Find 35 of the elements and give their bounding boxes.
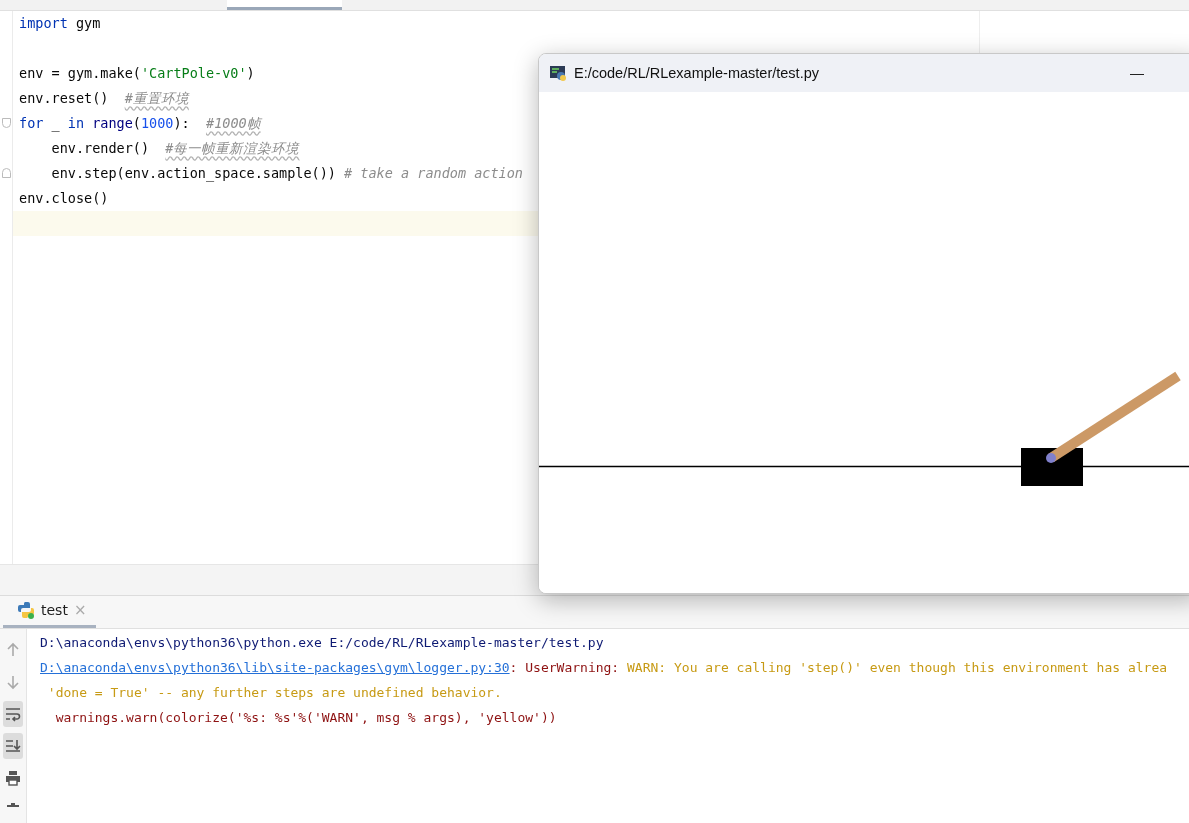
code-comment: #每一帧重新渲染环境 [165,139,300,156]
code-text: env.reset() [19,89,110,106]
minimize-button[interactable]: — [1122,61,1152,85]
code-text: range [91,114,133,131]
window-title: E:/code/RL/RLexample-master/test.py [574,65,819,81]
run-tab[interactable]: test × [3,595,97,628]
code-comment: # take a random action [343,164,523,181]
code-text: env.render() [50,139,151,156]
console-text: warnings.warn(colorize('%s: %s'%('WARN', msg % args), 'yellow')) [54,710,557,725]
console-text: D:\anaconda\envs\python36\python.exe E:/code/RL/RLexample-master/test.py [40,635,604,650]
code-text: env.step(env.action_space.sample()) [50,164,336,181]
code-text: gym [74,14,101,31]
scroll-to-end-icon[interactable] [3,733,23,759]
python-icon [17,601,35,620]
code-text: _ [50,114,61,131]
fold-marker-icon[interactable] [2,117,11,128]
app-icon [550,65,566,81]
code-text: in [67,114,85,131]
code-text: env.close() [19,189,109,206]
code-comment: #重置环境 [124,89,189,106]
code-comment: #1000帧 [206,114,261,131]
code-text: ) [246,64,255,81]
code-text: ): [173,114,191,131]
code-text: ( [132,114,141,131]
code-text: for [19,114,44,131]
console-text: : UserWarning: [509,660,621,675]
code-text: import [19,14,68,31]
code-text: env = gym.make( [19,64,141,81]
soft-wrap-icon[interactable] [3,701,23,727]
code-text: 'CartPole-v0' [140,64,247,81]
console-text: WARN: You are calling 'step()' even though this environment has alrea [627,660,1168,675]
console-text: 'done = True' -- any further steps are undefined behavior. [46,685,502,700]
code-text: 1000 [140,114,174,131]
fold-marker-icon[interactable] [2,167,11,178]
file-link[interactable]: D:\anaconda\envs\python36\lib\site-packages\gym\logger.py:30 [40,660,510,675]
